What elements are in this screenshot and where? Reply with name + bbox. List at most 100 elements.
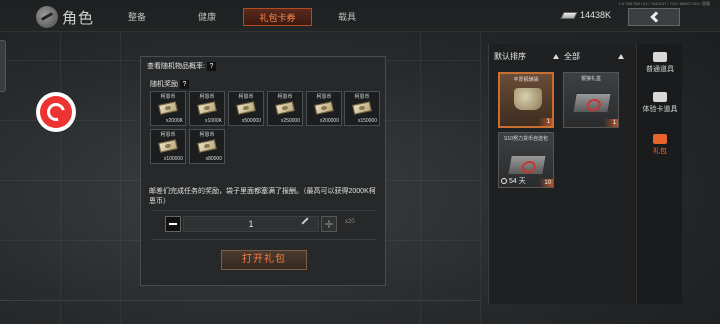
item-count: 1 — [538, 118, 552, 126]
caret-up-icon[interactable] — [618, 54, 624, 59]
reward-name: 柯恩币 — [238, 94, 254, 100]
inventory-item-wolf-giftbox[interactable]: 银狼礼盒 1 — [563, 72, 619, 128]
plus-icon-stem — [328, 220, 330, 228]
filter-dropdown[interactable]: 全部 — [564, 51, 580, 62]
box-icon — [653, 52, 667, 62]
quantity-input[interactable]: 1 — [183, 216, 319, 232]
character-header: 角色 — [36, 6, 94, 28]
sort-dropdown[interactable]: 默认排序 — [494, 51, 526, 62]
tab-gift-coupons[interactable]: 礼包卡券 — [243, 8, 312, 26]
side-drawer-handle[interactable] — [0, 40, 6, 92]
category-label: 体验卡道具 — [642, 106, 678, 113]
decrease-button[interactable] — [165, 216, 181, 232]
gift-box-icon — [572, 93, 612, 113]
gift-box-icon — [507, 155, 547, 175]
reward-item[interactable]: 柯恩币 x100000 — [150, 129, 186, 164]
inventory-panel: 默认排序 全部 丰厚报酬袋 1 银狼礼盒 1 S10努力货币自选包 54 天 1… — [488, 44, 636, 304]
tab-vehicle[interactable]: 载具 — [330, 8, 364, 26]
reward-item[interactable]: 柯恩币 x1000K — [189, 91, 225, 126]
grid-line — [60, 30, 61, 324]
divider — [151, 239, 377, 240]
item-count: 10 — [539, 179, 553, 187]
netease-ring-shape — [43, 99, 69, 125]
reward-qty: x500000 — [241, 118, 261, 124]
cash-bundle-icon — [197, 101, 217, 115]
cash-bundle-icon — [158, 139, 178, 153]
item-name: 银狼礼盒 — [580, 76, 601, 82]
netease-float-button[interactable] — [36, 92, 76, 132]
tab-zhengbei[interactable]: 整备 — [120, 8, 154, 26]
money-bag-icon — [514, 88, 542, 110]
reward-item[interactable]: 柯恩币 x80000 — [189, 129, 225, 164]
reward-name: 柯恩币 — [160, 94, 176, 100]
reward-name: 柯恩币 — [160, 132, 176, 138]
reward-item[interactable]: 柯恩币 x150000 — [344, 91, 380, 126]
minus-icon — [169, 223, 177, 225]
item-name: 丰厚报酬袋 — [513, 77, 539, 83]
currency-amount: 14438K — [580, 10, 612, 20]
inventory-item-reward-bag[interactable]: 丰厚报酬袋 1 — [498, 72, 554, 128]
divider — [151, 210, 377, 211]
expiry-timer: 54 天 — [501, 176, 526, 186]
increase-button[interactable] — [321, 216, 337, 232]
reward-qty: x2000K — [166, 118, 183, 124]
grid-line — [120, 30, 121, 324]
reward-name: 柯恩币 — [199, 132, 215, 138]
category-label: 普通道具 — [646, 66, 674, 73]
chevron-left-icon — [650, 11, 662, 23]
expiry-text: 54 天 — [509, 178, 526, 185]
cash-bundle-icon — [158, 101, 178, 115]
prob-help-icon[interactable]: ? — [206, 61, 216, 71]
prob-header: 查看随机物品概率: ? — [147, 61, 216, 71]
category-gifts[interactable]: 礼包 — [637, 130, 683, 164]
inventory-header: 默认排序 全部 — [489, 44, 637, 68]
reward-qty: x1000K — [205, 118, 222, 124]
cash-bundle-icon — [352, 101, 372, 115]
version-text: 1.0.768.768 / 01 / 7042247 / 723 / 6f862… — [618, 1, 710, 6]
reward-qty: x80000 — [205, 156, 222, 162]
reward-qty: x200000 — [319, 118, 339, 124]
random-reward-label: 随机奖励 — [150, 81, 178, 88]
currency-display: 14438K — [560, 10, 612, 20]
tab-jiankang[interactable]: 健康 — [190, 8, 224, 26]
gift-detail-panel: 查看随机物品概率: ? 随机奖励 ? 柯恩币 x2000K 柯恩币 x1000K… — [140, 56, 386, 286]
reward-qty: x250000 — [280, 118, 300, 124]
reward-name: 柯恩币 — [199, 94, 215, 100]
reward-name: 柯恩币 — [354, 94, 370, 100]
divider — [0, 300, 480, 301]
grid-line — [420, 30, 421, 324]
open-gift-button[interactable]: 打开礼包 — [221, 250, 307, 270]
cash-bundle-icon — [314, 101, 334, 115]
quantity-stepper: 1 x20 — [165, 216, 361, 234]
random-reward-header: 随机奖励 ? — [150, 79, 189, 89]
cash-bundle-icon — [236, 101, 256, 115]
gift-icon — [653, 134, 667, 144]
reward-name: 柯恩币 — [316, 94, 332, 100]
cash-bundle-icon — [275, 101, 295, 115]
reward-item[interactable]: 柯恩币 x250000 — [267, 91, 303, 126]
clock-icon — [501, 178, 507, 184]
page-title: 角色 — [62, 9, 95, 27]
inventory-item-s10-currency-pack[interactable]: S10努力货币自选包 54 天 10 — [498, 132, 554, 188]
reward-item[interactable]: 柯恩币 x200000 — [306, 91, 342, 126]
random-help-icon[interactable]: ? — [180, 79, 189, 89]
category-sidebar: 普通道具 体验卡道具 礼包 — [636, 44, 682, 304]
back-button[interactable] — [628, 8, 680, 26]
item-count: 1 — [604, 119, 618, 127]
category-normal-items[interactable]: 普通道具 — [637, 48, 683, 82]
character-logo-icon — [36, 6, 58, 28]
item-name: S10努力货币自选包 — [504, 136, 548, 142]
reward-qty: x150000 — [357, 118, 377, 124]
prob-label: 查看随机物品概率: — [147, 63, 205, 70]
koen-coin-icon — [560, 11, 578, 19]
grid-line — [480, 30, 481, 324]
top-bar: 角色 整备 健康 礼包卡券 载具 1.0.768.768 / 01 / 7042… — [0, 0, 720, 32]
gift-description: 邮差们完成任务的奖励，袋子里面都塞满了报酬。（最高可以获得2000K柯恩币） — [149, 188, 376, 205]
caret-up-icon[interactable] — [553, 54, 559, 59]
reward-item[interactable]: 柯恩币 x500000 — [228, 91, 264, 126]
max-quantity-button[interactable]: x20 — [345, 219, 355, 225]
reward-name: 柯恩币 — [277, 94, 293, 100]
card-icon — [653, 92, 667, 102]
category-trial-cards[interactable]: 体验卡道具 — [637, 88, 683, 122]
reward-item[interactable]: 柯恩币 x2000K — [150, 91, 186, 126]
